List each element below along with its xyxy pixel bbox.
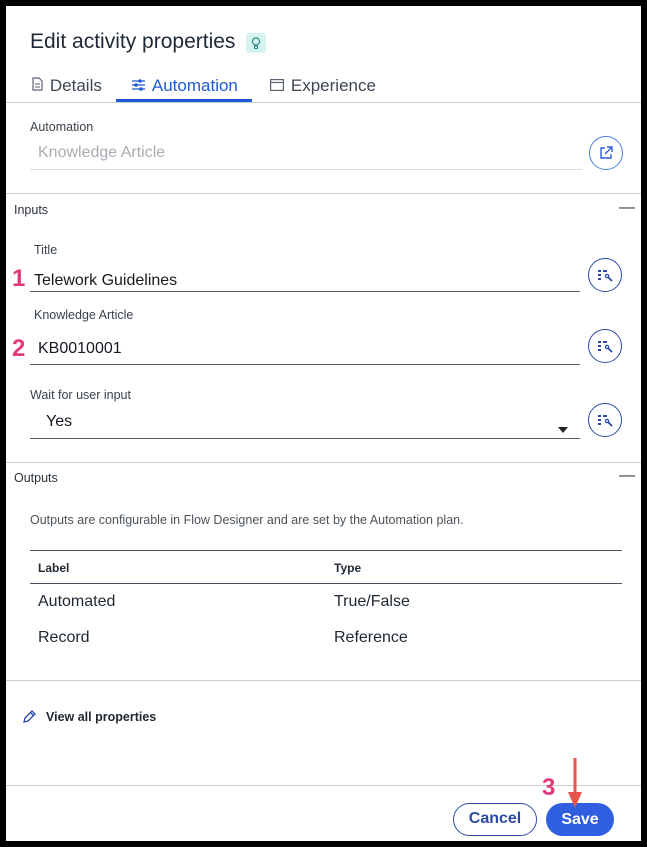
pencil-icon[interactable] xyxy=(22,709,37,729)
table-cell-type: True/False xyxy=(334,593,410,610)
wait-for-input-underline xyxy=(30,438,580,439)
table-cell-type: Reference xyxy=(334,629,408,646)
wait-for-input-label: Wait for user input xyxy=(30,388,131,402)
title-input-underline xyxy=(30,291,580,292)
sliders-icon xyxy=(132,78,149,94)
view-all-divider xyxy=(6,680,641,681)
data-pill-picker-icon xyxy=(598,415,613,427)
step-1-marker: 1 xyxy=(12,265,26,292)
column-header-type: Type xyxy=(334,561,362,575)
inputs-section-title: Inputs xyxy=(14,203,49,217)
data-pill-picker-icon xyxy=(598,270,613,282)
lightbulb-icon[interactable] xyxy=(246,33,266,53)
automation-field-underline xyxy=(30,169,582,170)
knowledge-article-input[interactable]: KB0010001 xyxy=(38,340,122,358)
outputs-description: Outputs are configurable in Flow Designe… xyxy=(30,513,464,527)
table-top-border xyxy=(30,550,622,551)
title-data-pill-button[interactable] xyxy=(588,258,622,292)
title-label: Title xyxy=(34,243,58,257)
title-input[interactable]: Telework Guidelines xyxy=(34,272,177,290)
dialog-title: Edit activity properties xyxy=(30,30,236,53)
outputs-section-title: Outputs xyxy=(14,471,58,485)
document-icon xyxy=(32,77,47,94)
wait-for-input-data-pill-button[interactable] xyxy=(588,403,622,437)
window-icon xyxy=(270,78,288,94)
view-all-properties-link[interactable]: View all properties xyxy=(46,710,156,724)
knowledge-article-data-pill-button[interactable] xyxy=(588,329,622,363)
table-cell-label: Record xyxy=(38,629,90,646)
data-pill-picker-icon xyxy=(598,341,613,353)
external-link-icon xyxy=(600,146,613,159)
step-3-marker: 3 xyxy=(542,774,556,801)
column-header-label: Label xyxy=(38,561,70,575)
tab-details-label: Details xyxy=(49,76,102,95)
wait-for-input-select[interactable]: Yes xyxy=(46,413,72,431)
automation-field: Knowledge Article xyxy=(38,144,166,161)
tab-automation-label: Automation xyxy=(151,76,238,95)
tab-experience[interactable]: Experience xyxy=(270,76,376,96)
tabs-divider xyxy=(6,102,641,103)
outputs-divider xyxy=(6,462,641,463)
table-header-border xyxy=(30,583,622,584)
open-external-button[interactable] xyxy=(589,136,623,170)
outputs-collapse-button[interactable]: — xyxy=(619,467,635,485)
inputs-collapse-button[interactable]: — xyxy=(619,199,635,217)
annotation-arrow-icon xyxy=(568,758,582,808)
knowledge-article-underline xyxy=(30,364,580,365)
inputs-divider xyxy=(6,193,641,194)
knowledge-article-label: Knowledge Article xyxy=(34,308,134,322)
tab-experience-label: Experience xyxy=(290,76,376,95)
step-2-marker: 2 xyxy=(12,335,26,362)
table-cell-label: Automated xyxy=(38,593,116,610)
automation-label: Automation xyxy=(30,120,94,134)
tab-details[interactable]: Details xyxy=(32,76,102,96)
cancel-button[interactable]: Cancel xyxy=(453,803,537,836)
tab-automation[interactable]: Automation xyxy=(132,76,238,96)
caret-down-icon[interactable] xyxy=(558,420,568,438)
